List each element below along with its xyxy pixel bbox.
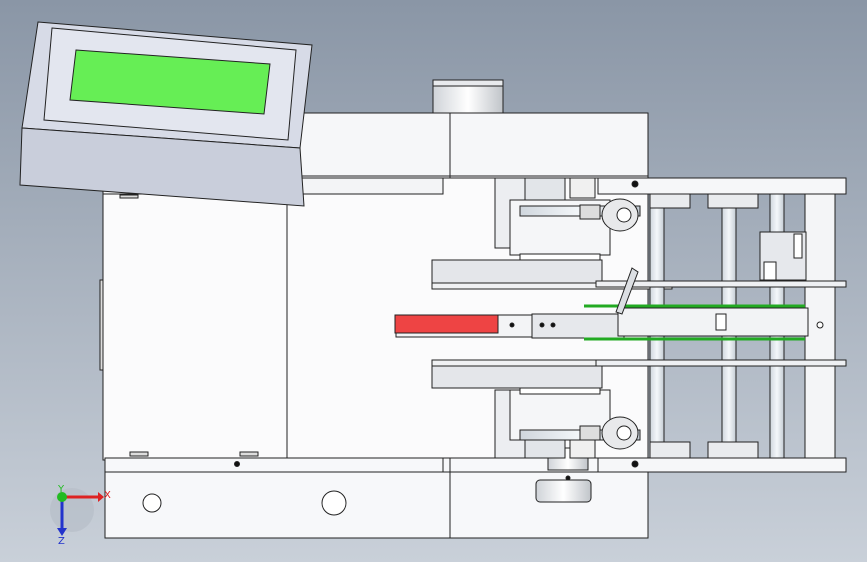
y-axis-label: Y xyxy=(57,484,65,495)
upper-housing xyxy=(299,112,649,179)
lcd-display-unit xyxy=(19,21,313,207)
z-axis-label: Z xyxy=(58,536,65,547)
cad-viewport[interactable]: X Y Z xyxy=(0,0,867,562)
top-motor xyxy=(432,79,504,114)
x-axis-label: X xyxy=(104,490,111,501)
machine-top-view: X Y Z xyxy=(0,0,867,562)
red-component xyxy=(394,314,499,334)
